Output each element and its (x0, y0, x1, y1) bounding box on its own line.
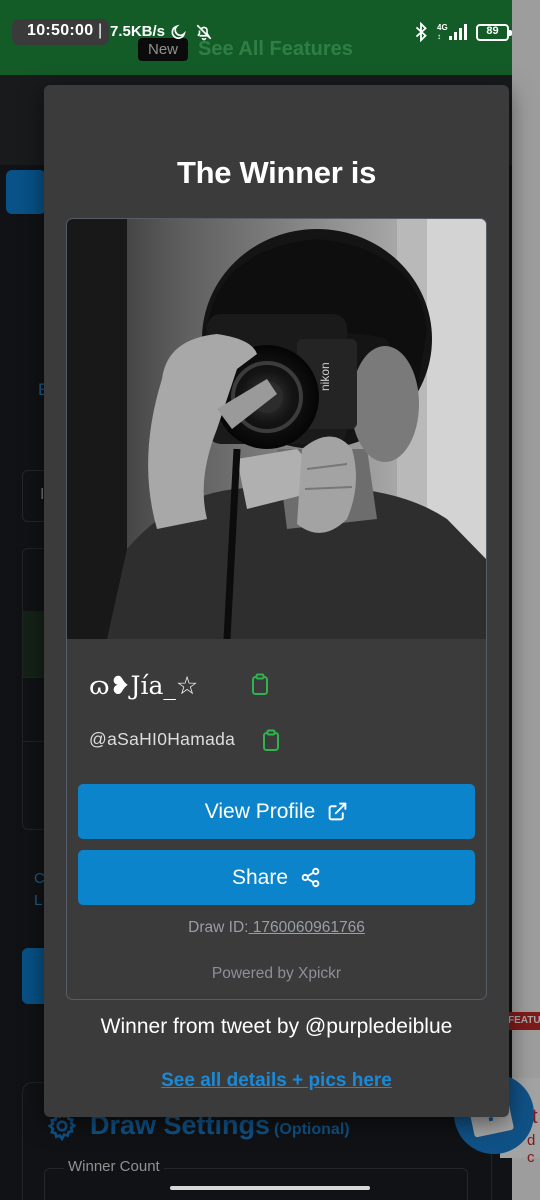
winner-handle: @aSaHI0Hamada (89, 729, 236, 749)
bluetooth-icon (415, 22, 427, 42)
draw-id-value[interactable]: 1760060961766 (248, 919, 365, 936)
network-type: 4G ↕ (437, 23, 448, 41)
view-profile-button[interactable]: View Profile (78, 784, 475, 839)
external-link-icon (328, 802, 347, 821)
battery-icon: 89 (476, 24, 512, 41)
modal-title: The Winner is (176, 155, 377, 190)
moon-icon (171, 24, 186, 39)
clipboard-icon[interactable] (262, 729, 280, 751)
see-details-link[interactable]: See all details + pics here (44, 1070, 509, 1092)
winner-card: nikon ɷ❥Jía_☆ @aSaHI0Hamada View Profile (66, 218, 487, 1000)
winner-modal: The Winner is nikon ɷ❥Jía_☆ @aSaHI0Hamad… (44, 85, 509, 1117)
share-label: Share (231, 865, 289, 889)
bell-off-icon (196, 24, 212, 41)
status-bar: 10:50:00 | 7.5KB/s 4G ↕ 89 (0, 0, 540, 58)
clipboard-icon[interactable] (251, 673, 269, 695)
view-profile-label: View Profile (204, 799, 316, 823)
status-separator: | (98, 22, 103, 39)
winner-source-text: Winner from tweet by @purpledeiblue (100, 1015, 453, 1038)
winner-display-name: ɷ❥Jía_☆ (89, 671, 199, 700)
draw-id-label: Draw ID: (188, 919, 249, 936)
draw-id: Draw ID: 1760060961766 (67, 919, 486, 937)
share-button[interactable]: Share (78, 850, 475, 905)
share-icon (301, 867, 320, 888)
winner-photo: nikon (67, 219, 486, 639)
home-indicator[interactable] (170, 1186, 370, 1190)
signal-icon (449, 24, 467, 40)
powered-by: Powered by Xpickr (211, 965, 342, 982)
svg-text:nikon: nikon (318, 362, 332, 391)
network-speed: 7.5KB/s (110, 23, 166, 40)
status-time: 10:50:00 (27, 22, 94, 39)
battery-level: 89 (486, 25, 499, 37)
